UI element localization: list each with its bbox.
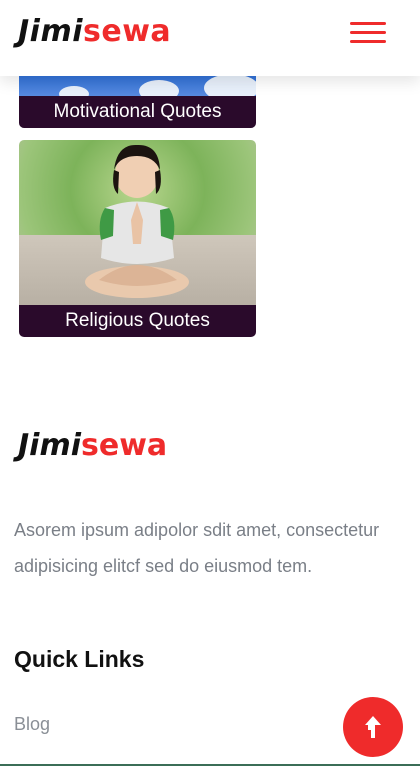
- quick-link-blog[interactable]: Blog: [14, 714, 50, 735]
- footer-about-text: Asorem ipsum adipolor sdit amet, consect…: [14, 520, 380, 576]
- category-label: Religious Quotes: [19, 305, 256, 337]
- site-header: Jimisewa: [0, 0, 420, 76]
- category-card-religious[interactable]: Religious Quotes: [19, 140, 256, 337]
- hamburger-icon[interactable]: [350, 20, 388, 46]
- footer-logo[interactable]: Jimisewa: [18, 428, 167, 463]
- quick-links-title: Quick Links: [14, 646, 145, 672]
- category-label: Motivational Quotes: [19, 96, 256, 128]
- back-to-top-button[interactable]: [343, 697, 403, 757]
- arrow-up-icon: [365, 716, 381, 738]
- category-image: [19, 140, 256, 305]
- site-logo[interactable]: Jimisewa: [18, 14, 171, 49]
